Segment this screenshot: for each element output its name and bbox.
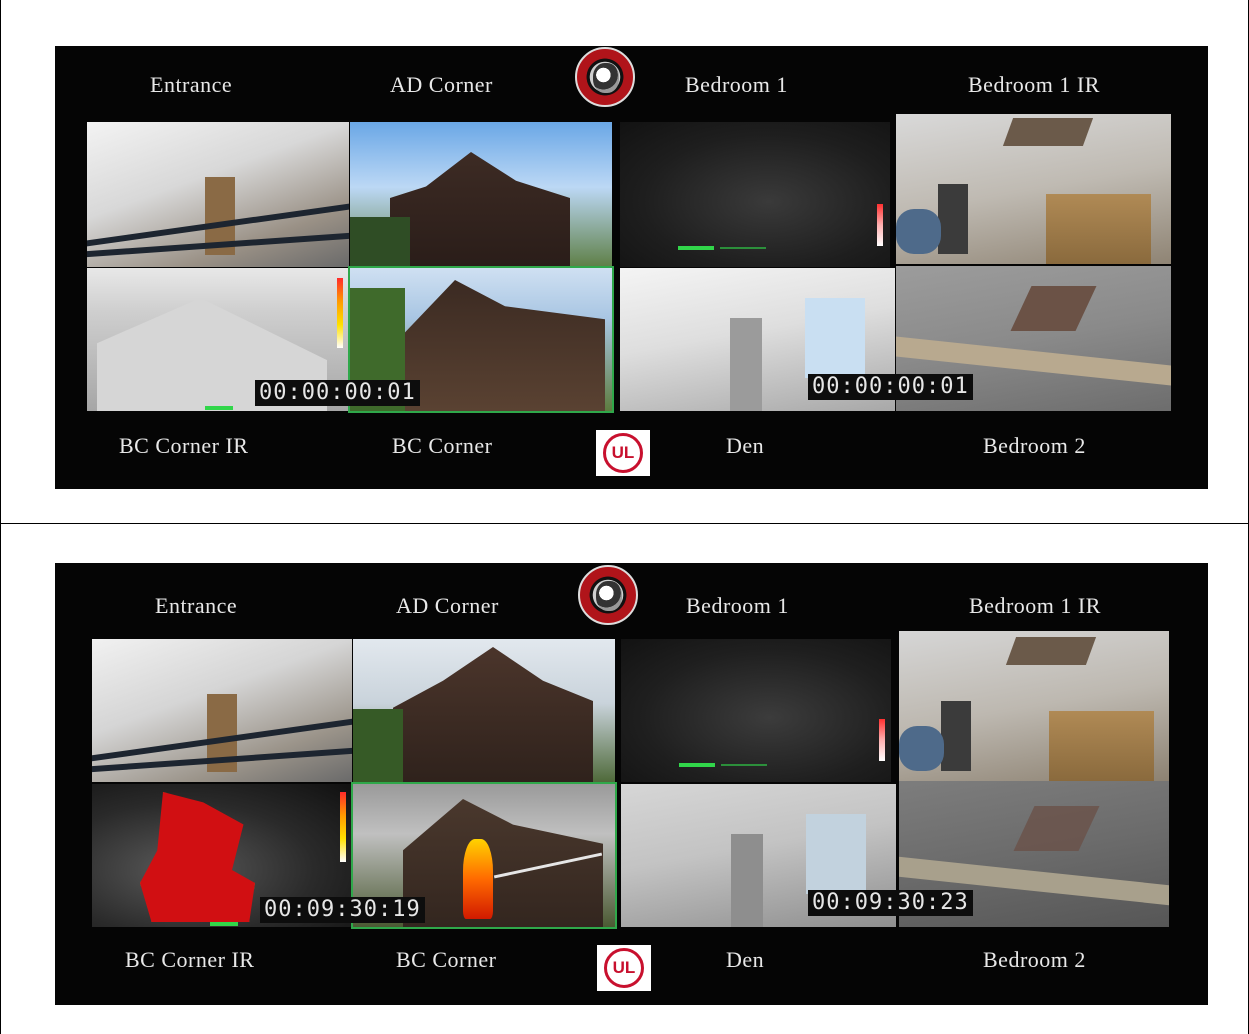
timecode-left: 00:00:00:01 (255, 380, 420, 406)
label-bc-corner: BC Corner (392, 433, 493, 458)
label-ad-corner: AD Corner (390, 72, 493, 97)
label-ad-corner: AD Corner (396, 593, 499, 618)
label-den: Den (726, 947, 765, 972)
label-entrance: Entrance (150, 72, 233, 97)
timecode-right: 00:09:30:23 (808, 890, 973, 916)
label-bedroom-1-ir: Bedroom 1 IR (968, 72, 1100, 97)
label-bedroom-2: Bedroom 2 (983, 947, 1086, 972)
label-bedroom-1: Bedroom 1 (686, 593, 789, 618)
label-bc-corner: BC Corner (396, 947, 497, 972)
camera-feed-entrance (92, 639, 352, 782)
camera-feed-ad-corner (353, 639, 615, 782)
fire-department-seal-logo (575, 47, 635, 107)
timecode-left: 00:09:30:19 (260, 897, 425, 923)
camera-feed-bedroom-1-ir (896, 114, 1171, 264)
label-bc-corner-ir: BC Corner IR (125, 947, 255, 972)
camera-feed-bedroom-1 (621, 639, 891, 782)
label-den: Den (726, 433, 765, 458)
table-row-divider (0, 523, 1249, 524)
table-border-left (0, 0, 1, 1034)
camera-feed-bedroom-1-ir (899, 631, 1169, 781)
label-bc-corner-ir: BC Corner IR (119, 433, 249, 458)
label-bedroom-1-ir: Bedroom 1 IR (969, 593, 1101, 618)
label-entrance: Entrance (155, 593, 238, 618)
ul-logo: UL (597, 945, 651, 991)
camera-feed-bedroom-1 (620, 122, 890, 267)
camera-feed-entrance (87, 122, 349, 267)
video-grid-panel-bottom: Entrance AD Corner Bedroom 1 Bedroom 1 I… (55, 563, 1208, 1005)
fire-department-seal-logo (578, 565, 638, 625)
label-bedroom-1: Bedroom 1 (685, 72, 788, 97)
ul-logo: UL (596, 430, 650, 476)
camera-feed-ad-corner (350, 122, 612, 267)
video-grid-panel-top: Entrance AD Corner Bedroom 1 Bedroom 1 I… (55, 46, 1208, 489)
figure-table: Entrance AD Corner Bedroom 1 Bedroom 1 I… (0, 0, 1249, 1034)
label-bedroom-2: Bedroom 2 (983, 433, 1086, 458)
timecode-right: 00:00:00:01 (808, 374, 973, 400)
